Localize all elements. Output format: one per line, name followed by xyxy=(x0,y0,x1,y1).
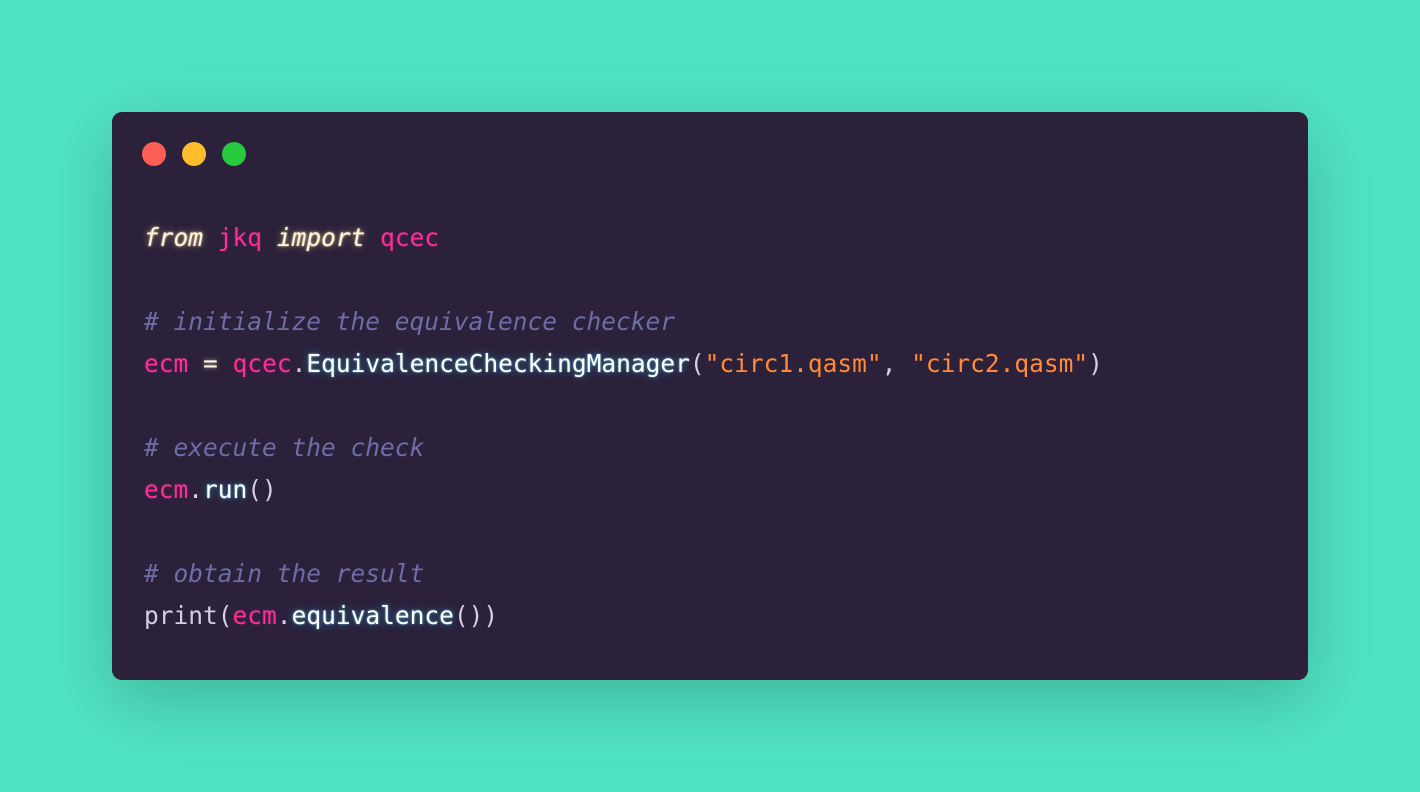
code-token-identifier: qcec xyxy=(232,349,292,378)
code-token-comment: # initialize the equivalence checker xyxy=(144,307,676,336)
code-token-builtin: print xyxy=(144,601,218,630)
code-token-punctuation: ()) xyxy=(453,601,499,630)
code-token-identifier: qcec xyxy=(380,223,440,252)
code-token-identifier: ecm xyxy=(232,601,277,630)
minimize-window-icon[interactable] xyxy=(182,142,206,166)
code-token-punctuation: ( xyxy=(689,349,705,378)
code-line: print(ecm.equivalence()) xyxy=(144,595,1103,637)
close-window-icon[interactable] xyxy=(142,142,166,166)
maximize-window-icon[interactable] xyxy=(222,142,246,166)
code-token-punctuation: ) xyxy=(1088,349,1103,378)
code-line: # obtain the result xyxy=(144,553,1103,595)
code-line: # execute the check xyxy=(144,427,1103,469)
code-token-string: "circ2.qasm" xyxy=(911,349,1089,378)
code-token-punctuation: . xyxy=(188,475,204,504)
code-token-identifier: ecm xyxy=(144,475,189,504)
code-line: ecm.run() xyxy=(144,469,1103,511)
code-token-function: equivalence xyxy=(291,601,454,630)
code-token-punctuation: () xyxy=(247,475,277,504)
code-token-string: "circ1.qasm" xyxy=(704,349,882,378)
code-token-identifier: jkq xyxy=(217,223,263,252)
code-token-function: EquivalenceCheckingManager xyxy=(306,349,690,378)
code-window: from jkq import qcec # initialize the equ… xyxy=(112,112,1308,680)
code-line: ecm = qcec.EquivalenceCheckingManager("c… xyxy=(144,343,1103,385)
code-line: # initialize the equivalence checker xyxy=(144,301,1103,343)
code-block: from jkq import qcec # initialize the equ… xyxy=(144,217,1103,637)
code-token-identifier: ecm xyxy=(144,349,189,378)
code-line: from jkq import qcec xyxy=(144,217,1103,259)
code-token-punctuation: . xyxy=(291,349,307,378)
code-token-punctuation: , xyxy=(881,349,912,378)
code-token-comment: # execute the check xyxy=(144,433,425,462)
code-token-comment: # obtain the result xyxy=(144,559,425,588)
code-token-punctuation: . xyxy=(276,601,292,630)
code-token-punctuation: ( xyxy=(217,601,233,630)
code-token-operator: = xyxy=(203,349,218,378)
code-token-function: run xyxy=(203,475,248,504)
code-token-keyword: import xyxy=(276,223,366,252)
code-token-keyword: from xyxy=(144,223,204,252)
